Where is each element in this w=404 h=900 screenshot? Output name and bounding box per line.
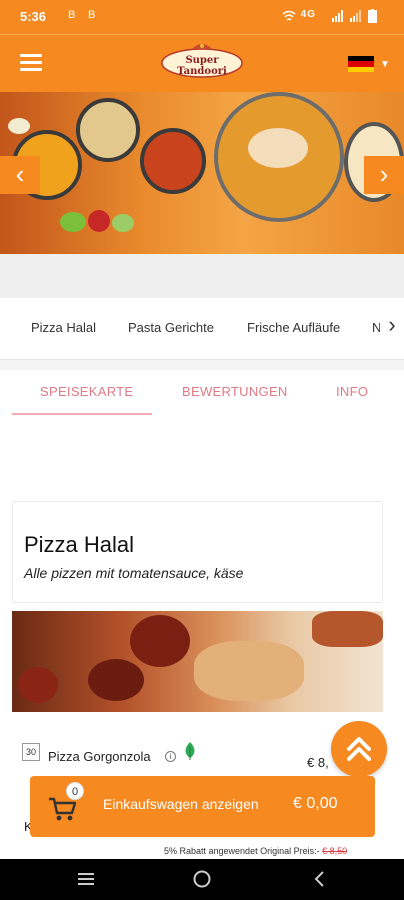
category-item[interactable]: Pizza Halal [31,320,96,335]
double-chevron-up-icon [347,737,371,761]
network-type: 4G [300,9,316,20]
product-number: 30 [22,743,40,761]
restaurant-logo[interactable]: Super Tandoori [160,41,244,85]
spice-bowl-image [76,98,140,162]
signal-icon [350,10,361,22]
info-icon[interactable]: i [165,751,176,762]
tab-speisekarte[interactable]: SPEISEKARTE [40,384,133,399]
garlic-image [8,118,30,134]
wifi-icon [282,10,296,21]
carousel-prev-button[interactable]: ‹ [0,156,40,194]
notification-icon: B [68,9,76,21]
menu-section-header: Pizza Halal Alle pizzen mit tomatensauce… [12,501,383,603]
carousel-next-button[interactable]: › [364,156,404,194]
category-item[interactable]: Pasta Gerichte [128,320,214,335]
product-price: € 8, [307,755,329,770]
active-tab-indicator [12,413,152,415]
divider [0,254,404,298]
recent-apps-icon[interactable] [76,869,96,889]
tab-info[interactable]: INFO [336,384,368,399]
pepperoni-slice [88,659,144,701]
category-bar: Pizza Halal Pasta Gerichte Frische Auflä… [0,298,404,360]
vegetable-image [112,214,134,232]
hero-banner: ‹ › [0,92,404,254]
cream-swirl [248,128,308,168]
vegetarian-leaf-icon [185,742,195,760]
category-item[interactable]: Frische Aufläufe [247,320,340,335]
chevron-down-icon[interactable]: ▼ [380,59,390,70]
tab-bewertungen[interactable]: BEWERTUNGEN [182,384,288,399]
section-subtitle: Alle pizzen mit tomatensauce, käse [24,565,244,581]
original-price: € 8,50 [322,846,348,856]
vegetable-image [60,212,86,232]
pizza-crust [194,641,304,701]
discount-note: 5% Rabatt angewendet Original Preis:- € … [164,846,347,856]
status-time: 5:36 [20,9,47,24]
divider [0,360,404,370]
spice-bowl-image [140,128,206,194]
cart-total: € 0,00 [293,795,338,812]
view-cart-button[interactable]: 0 Einkaufswagen anzeigen € 0,00 [30,776,375,837]
system-nav-bar [0,859,404,900]
pepperoni-slice [18,667,58,703]
chevron-right-icon[interactable]: › [380,312,404,342]
logo-text: Super Tandoori [177,55,227,77]
scroll-to-top-button[interactable] [331,721,387,777]
cart-label: Einkaufswagen anzeigen [103,796,259,812]
app-header: Super Tandoori ▼ [0,34,404,92]
shopping-cart-icon [49,797,76,821]
signal-icon [332,10,343,22]
discount-text: 5% Rabatt angewendet Original Preis:- [164,846,323,856]
menu-icon[interactable] [20,54,42,72]
de-flag-icon[interactable] [348,56,374,72]
vegetable-image [88,210,110,232]
cart-count-badge: 0 [66,782,84,800]
product-name[interactable]: Pizza Gorgonzola [48,749,151,764]
back-icon[interactable] [310,869,330,889]
pepperoni-slice [130,615,190,667]
section-image [12,611,383,712]
status-bar: 5:36 B B 4G [0,0,404,34]
home-icon[interactable] [192,869,212,889]
pizza-crust [312,611,383,647]
battery-icon [368,9,377,23]
notification-icon: B [88,9,96,21]
section-title: Pizza Halal [24,532,135,557]
